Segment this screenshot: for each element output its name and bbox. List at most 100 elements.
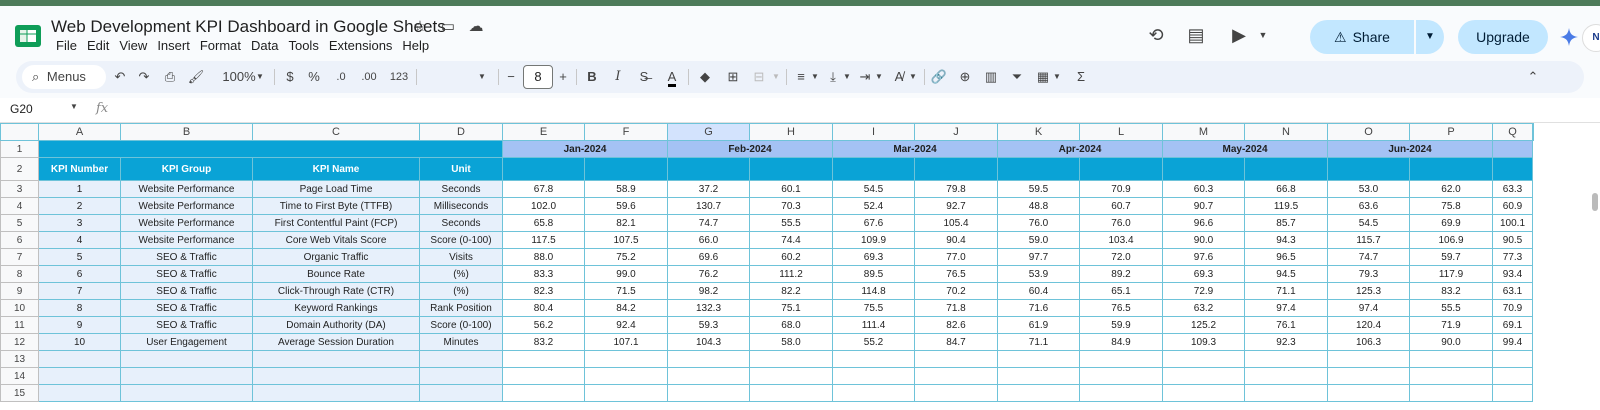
empty-cell[interactable] [1492, 367, 1533, 385]
empty-cell[interactable] [749, 350, 833, 368]
empty-cell[interactable] [1492, 350, 1533, 368]
value-cell[interactable]: 107.5 [584, 231, 668, 249]
kpi-group-cell[interactable]: SEO & Traffic [120, 299, 253, 317]
sheets-logo-icon[interactable] [15, 23, 41, 49]
empty-cell[interactable] [997, 367, 1080, 385]
value-cell[interactable]: 58.0 [749, 333, 833, 351]
increase-font-size-button[interactable]: + [556, 61, 570, 93]
align-dropdown-icon[interactable]: ▼ [810, 61, 820, 93]
print-icon[interactable]: ⎙ [160, 61, 180, 93]
kpi-group-cell[interactable]: User Engagement [120, 333, 253, 351]
value-cell[interactable]: 76.1 [1244, 316, 1328, 334]
value-cell[interactable]: 119.5 [1244, 197, 1328, 215]
value-cell[interactable]: 63.6 [1327, 197, 1410, 215]
value-cell[interactable]: 52.4 [832, 197, 915, 215]
value-cell[interactable]: 105.4 [914, 214, 998, 232]
column-header[interactable]: Q [1492, 123, 1533, 141]
value-cell[interactable]: 67.8 [502, 180, 585, 198]
kpi-number-cell[interactable]: 8 [38, 299, 121, 317]
kpi-number-cell[interactable]: 1 [38, 180, 121, 198]
insert-link-icon[interactable]: 🔗 [930, 61, 948, 93]
unit-cell[interactable]: Seconds [419, 180, 503, 198]
empty-cell[interactable] [584, 384, 668, 402]
menu-insert[interactable]: Insert [152, 38, 195, 53]
value-cell[interactable]: 55.5 [749, 214, 833, 232]
column-header[interactable]: N [1244, 123, 1328, 141]
kpi-name-cell[interactable]: First Contentful Paint (FCP) [252, 214, 420, 232]
row-header[interactable]: 5 [0, 214, 39, 232]
value-cell[interactable]: 60.9 [1492, 197, 1533, 215]
value-cell[interactable]: 63.3 [1492, 180, 1533, 198]
value-cell[interactable]: 71.1 [1244, 282, 1328, 300]
value-cell[interactable]: 75.1 [749, 299, 833, 317]
value-cell[interactable]: 94.5 [1244, 265, 1328, 283]
corner-cell[interactable] [0, 123, 39, 141]
value-cell[interactable]: 56.2 [502, 316, 585, 334]
value-cell[interactable]: 103.4 [1079, 231, 1163, 249]
value-cell[interactable]: 97.4 [1327, 299, 1410, 317]
value-cell[interactable]: 85.7 [1244, 214, 1328, 232]
empty-cell[interactable] [1327, 350, 1410, 368]
value-cell[interactable]: 69.3 [1162, 265, 1245, 283]
value-cell[interactable]: 100.1 [1492, 214, 1533, 232]
kpi-group-cell[interactable]: SEO & Traffic [120, 316, 253, 334]
column-header[interactable]: J [914, 123, 998, 141]
value-cell[interactable]: 79.3 [1327, 265, 1410, 283]
menu-extensions[interactable]: Extensions [324, 38, 398, 53]
row-header[interactable]: 13 [0, 350, 39, 368]
value-cell[interactable]: 76.5 [914, 265, 998, 283]
value-cell[interactable]: 66.0 [667, 231, 750, 249]
column-header[interactable]: E [502, 123, 585, 141]
number-format-button[interactable]: 123 [386, 61, 412, 93]
vertical-scrollbar[interactable] [1592, 193, 1598, 211]
empty-cell[interactable] [1079, 367, 1163, 385]
empty-cell[interactable] [914, 384, 998, 402]
fill-color-icon[interactable]: ◆ [696, 61, 714, 93]
empty-cell[interactable] [749, 367, 833, 385]
row-header[interactable]: 6 [0, 231, 39, 249]
meet-dropdown-icon[interactable]: ▼ [1252, 24, 1274, 46]
unit-cell[interactable]: Score (0-100) [419, 231, 503, 249]
value-cell[interactable]: 72.9 [1162, 282, 1245, 300]
value-cell[interactable]: 90.4 [914, 231, 998, 249]
column-header[interactable]: P [1409, 123, 1493, 141]
percent-format-button[interactable]: % [306, 61, 322, 93]
unit-cell[interactable]: Milliseconds [419, 197, 503, 215]
value-cell[interactable]: 83.3 [502, 265, 585, 283]
decrease-decimal-button[interactable]: .0 [330, 61, 352, 93]
menu-view[interactable]: View [114, 38, 152, 53]
value-cell[interactable]: 74.4 [749, 231, 833, 249]
value-cell[interactable]: 37.2 [667, 180, 750, 198]
value-cell[interactable]: 70.3 [749, 197, 833, 215]
share-dropdown-button[interactable]: ▼ [1416, 20, 1444, 54]
kpi-group-cell[interactable]: Website Performance [120, 214, 253, 232]
share-button[interactable]: ⚠ Share [1310, 20, 1414, 54]
kpi-name-cell[interactable]: Click-Through Rate (CTR) [252, 282, 420, 300]
value-cell[interactable]: 96.5 [1244, 248, 1328, 266]
font-family-select[interactable] [426, 61, 506, 93]
value-cell[interactable]: 89.5 [832, 265, 915, 283]
value-cell[interactable]: 102.0 [502, 197, 585, 215]
kpi-name-cell[interactable]: Time to First Byte (TTFB) [252, 197, 420, 215]
value-cell[interactable]: 54.5 [832, 180, 915, 198]
empty-cell[interactable] [120, 350, 253, 368]
value-cell[interactable]: 71.6 [997, 299, 1080, 317]
value-cell[interactable]: 96.6 [1162, 214, 1245, 232]
value-cell[interactable]: 70.2 [914, 282, 998, 300]
menu-format[interactable]: Format [195, 38, 246, 53]
meet-icon[interactable]: ▶ [1228, 24, 1250, 46]
document-title[interactable]: Web Development KPI Dashboard in Google … [51, 17, 446, 37]
value-cell[interactable]: 79.8 [914, 180, 998, 198]
empty-cell[interactable] [252, 367, 420, 385]
value-cell[interactable]: 70.9 [1492, 299, 1533, 317]
empty-cell[interactable] [502, 350, 585, 368]
empty-cell[interactable] [38, 384, 121, 402]
value-cell[interactable]: 93.4 [1492, 265, 1533, 283]
row-header[interactable]: 15 [0, 384, 39, 402]
font-dropdown-icon[interactable]: ▼ [476, 61, 488, 93]
empty-cell[interactable] [1327, 384, 1410, 402]
text-wrap-icon[interactable]: ⇥ [856, 61, 874, 93]
value-cell[interactable]: 68.0 [749, 316, 833, 334]
value-cell[interactable]: 59.3 [667, 316, 750, 334]
borders-icon[interactable]: ⊞ [724, 61, 742, 93]
